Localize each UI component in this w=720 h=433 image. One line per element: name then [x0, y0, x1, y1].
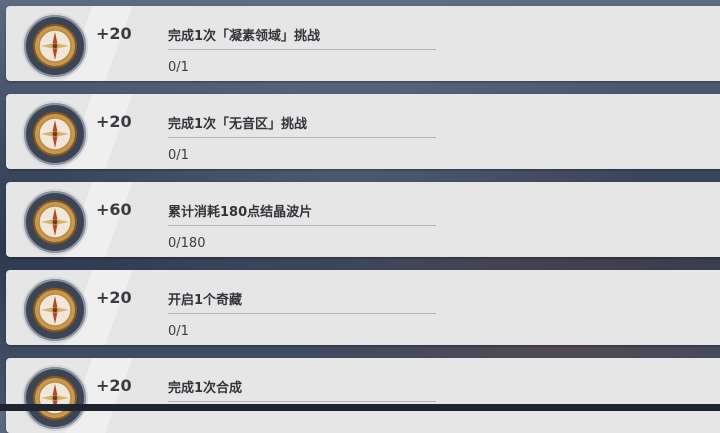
task-card[interactable]: +20 完成1次「凝素领域」挑战 0/1 [6, 6, 720, 81]
reward-amount: +60 [96, 200, 132, 219]
reward-amount: +20 [96, 24, 132, 43]
task-title: 完成1次合成 [168, 381, 243, 396]
reward-amount: +20 [96, 288, 132, 307]
reward-amount: +20 [96, 376, 132, 395]
task-progress: 0/1 [168, 148, 189, 163]
compass-icon [22, 13, 88, 79]
task-title: 完成1次「凝素领域」挑战 [168, 29, 321, 44]
task-card[interactable]: +20 完成1次「无音区」挑战 0/1 [6, 94, 720, 169]
task-title: 开启1个奇藏 [168, 293, 243, 308]
divider [168, 225, 436, 226]
divider [168, 313, 436, 314]
compass-icon [22, 277, 88, 343]
task-title: 完成1次「无音区」挑战 [168, 117, 308, 132]
task-card[interactable]: +60 累计消耗180点结晶波片 0/180 [6, 182, 720, 257]
divider [168, 137, 436, 138]
reward-amount: +20 [96, 112, 132, 131]
divider [168, 49, 436, 50]
task-card[interactable]: +20 完成1次合成 [6, 358, 720, 433]
task-title: 累计消耗180点结晶波片 [168, 205, 313, 220]
task-progress: 0/1 [168, 60, 189, 75]
compass-icon [22, 101, 88, 167]
task-list: +20 完成1次「凝素领域」挑战 0/1 +20 完成1次「无音区」挑战 0/1 [0, 0, 720, 433]
task-card[interactable]: +20 开启1个奇藏 0/1 [6, 270, 720, 345]
bottom-bar [0, 404, 720, 411]
task-progress: 0/1 [168, 324, 189, 339]
compass-icon [22, 189, 88, 255]
compass-icon [22, 365, 88, 431]
divider [168, 401, 436, 402]
task-progress: 0/180 [168, 236, 206, 251]
